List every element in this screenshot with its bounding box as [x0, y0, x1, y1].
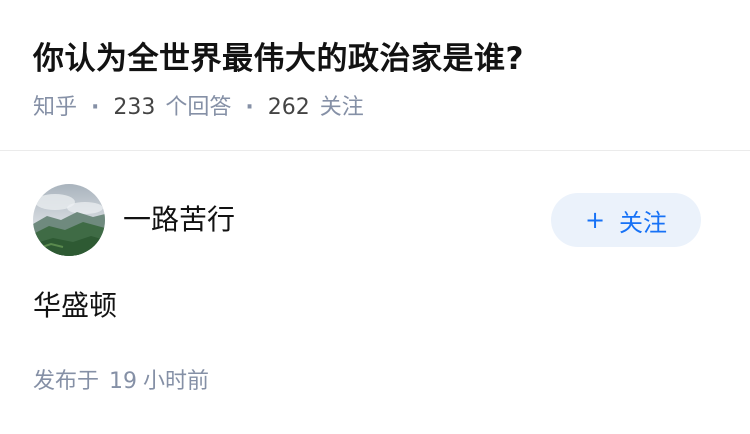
author-row: 一路苦行 + 关注	[33, 184, 701, 256]
section-divider	[0, 150, 750, 151]
question-meta: 知乎 · 233 个回答 · 262 关注	[33, 92, 730, 124]
follower-count: 262	[267, 95, 310, 120]
meta-separator: ·	[91, 95, 100, 120]
source-label[interactable]: 知乎	[33, 92, 77, 124]
publish-value: 19	[109, 369, 138, 394]
answer-count-unit: 个回答	[165, 95, 232, 120]
follow-button[interactable]: + 关注	[551, 193, 701, 247]
publish-unit: 小时前	[143, 369, 210, 394]
follower-count-unit: 关注	[319, 95, 364, 120]
follow-button-label: 关注	[619, 208, 668, 237]
meta-separator: ·	[245, 95, 254, 120]
avatar[interactable]	[33, 184, 105, 256]
question-title[interactable]: 你认为全世界最伟大的政治家是谁?	[33, 34, 730, 84]
avatar-landscape-icon	[33, 184, 105, 256]
publish-time: 发布于 19 小时前	[33, 366, 209, 398]
answer-content[interactable]: 华盛顿	[33, 286, 698, 326]
answer-card: 一路苦行 + 关注 华盛顿	[33, 184, 701, 326]
page: 你认为全世界最伟大的政治家是谁? 知乎 · 233 个回答 · 262 关注 一…	[0, 0, 750, 434]
publish-prefix: 发布于	[33, 369, 100, 394]
plus-icon: +	[584, 206, 606, 234]
author-name[interactable]: 一路苦行	[123, 202, 235, 238]
question-header: 你认为全世界最伟大的政治家是谁? 知乎 · 233 个回答 · 262 关注	[33, 34, 730, 124]
answer-count: 233	[113, 95, 156, 120]
